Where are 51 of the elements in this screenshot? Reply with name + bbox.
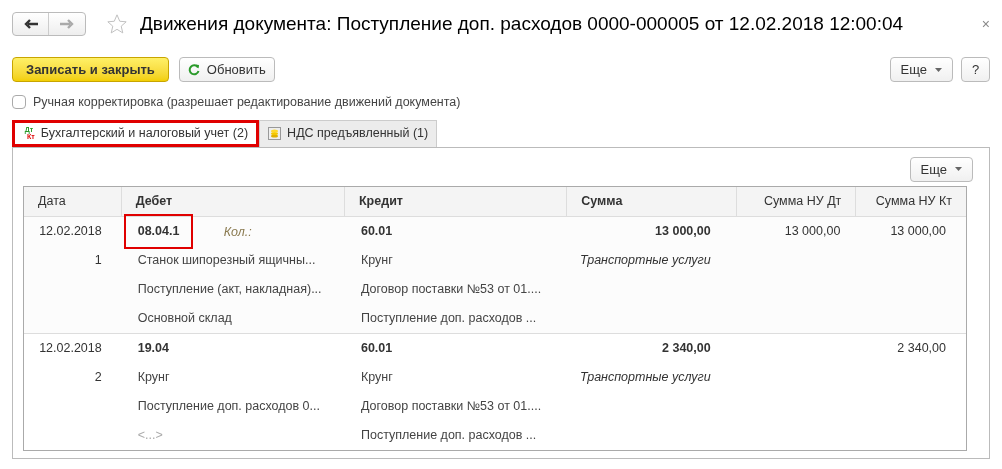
date-cell-text: 12.02.2018 xyxy=(39,222,102,240)
table-cell-text: Договор поставки №53 от 01.... xyxy=(360,280,542,298)
column-header: Сумма НУ Кт xyxy=(875,192,952,210)
refresh-button[interactable]: Обновить xyxy=(178,57,275,82)
table-more-button[interactable]: Еще xyxy=(909,156,973,182)
table-cell-text: Крунг xyxy=(360,368,393,386)
coins-icon xyxy=(268,127,282,141)
tab[interactable]: НДС предъявленный (1) xyxy=(259,119,438,147)
account-cell-text: 19.04 xyxy=(137,339,169,357)
star-icon[interactable] xyxy=(106,13,128,35)
date-cell-text: 12.02.2018 xyxy=(39,339,102,357)
manual-edit-label: Ручная корректировка (разрешает редактирование движений документа) xyxy=(33,94,461,111)
sum-cell-text: 2 340,00 xyxy=(662,339,711,357)
tax-credit-sum: 13 000,00 xyxy=(890,222,946,240)
account-cell: 08.04.1 xyxy=(125,215,192,247)
forward-arrow-icon xyxy=(60,19,74,29)
caret-icon xyxy=(955,167,962,172)
table-cell-text: Основной склад xyxy=(137,309,232,327)
sum-cell-text: 13 000,00 xyxy=(655,222,711,240)
row-number: 2 xyxy=(94,368,102,386)
column-header: Сумма xyxy=(581,192,623,210)
content-note: Транспортные услуги xyxy=(579,368,711,386)
table-cell-text: Поступление доп. расходов ... xyxy=(360,426,537,444)
column-header: Дебет xyxy=(135,192,173,210)
refresh-icon xyxy=(187,63,200,76)
table-cell-text: Станок шипорезный ящичны... xyxy=(137,251,316,269)
manual-edit-checkbox[interactable] xyxy=(12,95,26,110)
table-cell-text: Поступление (акт, накладная)... xyxy=(137,280,322,298)
quantity-label: Кол.: xyxy=(223,223,252,241)
content-note: Транспортные услуги xyxy=(579,251,711,269)
tax-credit-sum: 2 340,00 xyxy=(897,339,946,357)
account-cell-text: 60.01 xyxy=(360,222,393,240)
table-cell-text: Поступление доп. расходов 0... xyxy=(137,397,320,415)
more-button[interactable]: Еще xyxy=(889,57,953,82)
column-header: Сумма НУ Дт xyxy=(763,192,842,210)
table-cell-text: Поступление доп. расходов ... xyxy=(360,309,537,327)
close-button[interactable]: × xyxy=(981,14,990,35)
column-header: Кредит xyxy=(359,192,403,210)
save-and-close-button[interactable]: Записать и закрыть xyxy=(12,57,169,82)
table-cell-text: <...> xyxy=(137,426,163,444)
window-title: Движения документа: Поступление доп. расходов 0000-000005 от 12.02.2018 12:00:04 xyxy=(140,11,904,36)
help-button[interactable]: ? xyxy=(961,57,990,82)
row-number: 1 xyxy=(94,251,102,269)
table-cell-text: Крунг xyxy=(137,368,170,386)
table-cell-text: Договор поставки №53 от 01.... xyxy=(360,397,542,415)
table-cell-text: Крунг xyxy=(360,251,393,269)
account-cell-text: 60.01 xyxy=(360,339,393,357)
column-header: Дата xyxy=(38,192,66,210)
tax-debit-sum: 13 000,00 xyxy=(784,222,841,240)
caret-icon xyxy=(935,67,942,72)
back-arrow-icon xyxy=(23,19,38,29)
